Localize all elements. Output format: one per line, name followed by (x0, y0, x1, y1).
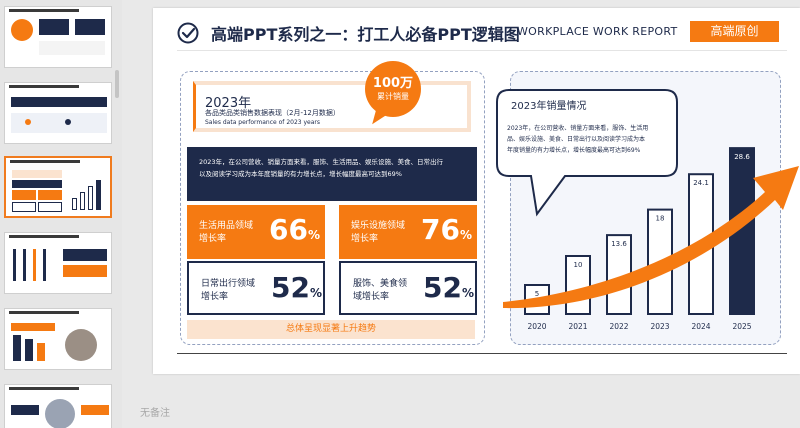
chart-callout-title: 2023年销量情况 (511, 101, 587, 112)
speaker-notes[interactable]: 无备注 (140, 404, 170, 419)
sales-bar-chart: 5 2020 10 2021 13.6 2022 18 2023 24.1 2024 28.6 202… (496, 89, 799, 331)
chart-value-label: 13.6 (611, 240, 627, 248)
slide-thumbnail-2[interactable] (4, 82, 112, 144)
chart-category-label: 2021 (568, 322, 587, 331)
chart-callout-text: 2023年，在公司营收、销量方面来看，服饰、生活用 品、娱乐设施、美食、日常出行… (507, 123, 648, 156)
chart-value-label: 18 (656, 215, 665, 223)
slide-canvas[interactable]: 高端PPT系列之一：打工人必备PPT逻辑图 WORKPLACE WORK REP… (153, 8, 800, 374)
slide-thumbnail-1[interactable] (4, 6, 112, 68)
slide-thumbnail-panel (0, 0, 122, 428)
slide-thumbnail-6[interactable] (4, 384, 112, 428)
slide-thumbnail-4[interactable] (4, 232, 112, 294)
chart-category-label: 2025 (732, 322, 751, 331)
chart-category-label: 2024 (691, 322, 710, 331)
chart-value-label: 24.1 (693, 179, 709, 187)
chart-category-label: 2023 (650, 322, 669, 331)
chart-value-label: 5 (535, 290, 539, 298)
chart-value-label: 10 (574, 261, 583, 269)
chart-category-label: 2022 (609, 322, 628, 331)
chart-callout-line: 品、娱乐设施、美食、日常出行以及阅读学习成为本 (507, 136, 646, 143)
thumbnail-scrollbar[interactable] (115, 70, 119, 98)
bottom-divider (177, 353, 787, 354)
chart-value-label: 28.6 (734, 153, 750, 161)
chart-callout-line: 2023年，在公司营收、销量方面来看，服饰、生活用 (507, 125, 649, 132)
chart-callout-line: 年度销量的有力增长点，增长幅度最高可达到69% (507, 147, 641, 154)
slide-thumbnail-5[interactable] (4, 308, 112, 370)
slide-thumbnail-3[interactable] (4, 156, 112, 218)
chart-category-label: 2020 (527, 322, 546, 331)
